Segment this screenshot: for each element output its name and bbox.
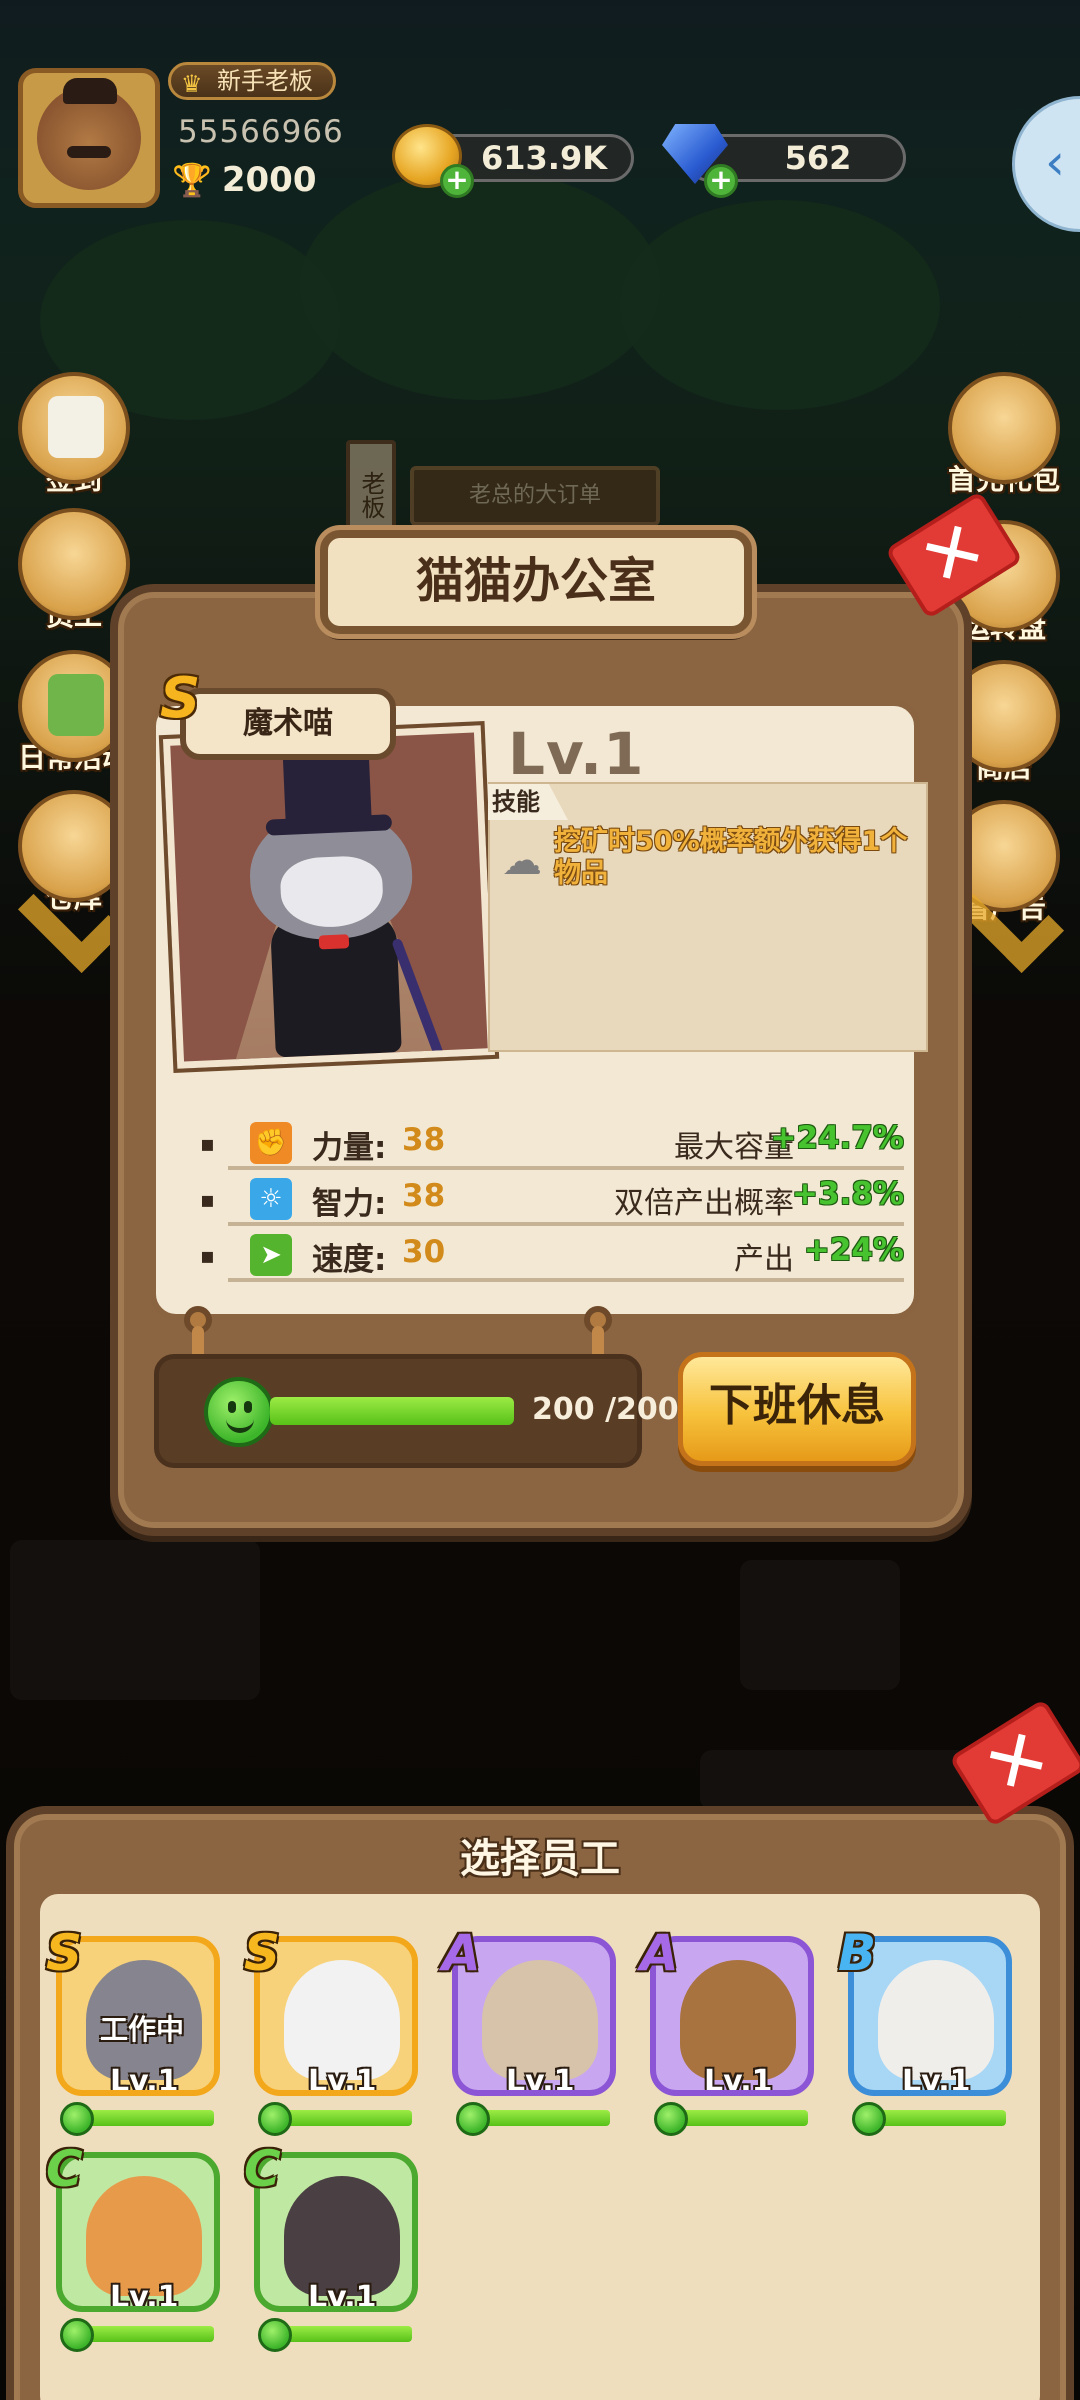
character-portrait (158, 721, 500, 1073)
smile-stamina-icon (258, 2318, 292, 2352)
smile-stamina-icon (204, 1377, 274, 1447)
smile-stamina-icon (60, 2318, 94, 2352)
off-work-button[interactable]: 下班休息 (678, 1352, 916, 1466)
staff-list: 工作中 Lv.1 S Lv.1 S Lv.1 A Lv.1 A Lv.1 B Lv.1 C Lv.1 C (40, 1894, 1040, 2400)
staff-stamina-bar (676, 2110, 808, 2126)
smile-stamina-icon (654, 2102, 688, 2136)
strength-icon: ✊ (250, 1122, 292, 1164)
staff-icon (18, 508, 130, 620)
staff-portrait (284, 1960, 400, 2080)
intellect-icon: ☼ (250, 1178, 292, 1220)
smile-stamina-icon (456, 2102, 490, 2136)
staff-status: 工作中 (100, 2013, 185, 2046)
skill-panel (488, 782, 928, 1052)
staff-portrait (482, 1960, 598, 2080)
staff-level: Lv.1 (704, 2064, 773, 2096)
staff-level: Lv.1 (110, 2280, 179, 2312)
staff-stamina-bar (874, 2110, 1006, 2126)
character-name: 魔术喵 (180, 688, 396, 760)
staff-rarity: S (244, 1924, 281, 1982)
speed-icon: ➤ (250, 1234, 292, 1276)
stat-row-intellect: ▪ ☼ 智力: 38 双倍产出概率 +3.8% (200, 1170, 904, 1226)
bear-avatar-icon (37, 78, 141, 190)
staff-stamina-bar (280, 2326, 412, 2342)
add-coins-button[interactable]: + (440, 164, 474, 198)
staff-stamina-fill (82, 2110, 214, 2126)
staff-rarity: C (46, 2140, 83, 2198)
staff-stamina-bar (82, 2110, 214, 2126)
player-id: 55566966 (178, 114, 344, 150)
smile-stamina-icon (852, 2102, 886, 2136)
office-title: 猫猫办公室 (320, 530, 752, 634)
staff-stamina-fill (874, 2110, 1006, 2126)
character-level: Lv.1 (508, 720, 645, 788)
skill-description: 挖矿时50%概率额外获得1个物品 (554, 826, 908, 889)
staff-level: Lv.1 (308, 2064, 377, 2096)
stamina-fill (270, 1397, 514, 1425)
stamina-text: 200 /200 (532, 1392, 679, 1427)
stat-row-strength: ▪ ✊ 力量: 38 最大容量 +24.7% (200, 1114, 904, 1170)
smile-stamina-icon (258, 2102, 292, 2136)
stamina-bar (270, 1397, 514, 1425)
trophy-icon: 🏆 (172, 161, 212, 199)
gem-value: 562 (784, 139, 852, 177)
staff-card[interactable]: Lv.1 A (640, 1924, 816, 2136)
skill-icon: ☁ (502, 838, 542, 884)
staff-card[interactable]: 工作中 Lv.1 S (46, 1924, 222, 2136)
crown-icon: ♛ (181, 70, 203, 98)
staff-stamina-fill (676, 2110, 808, 2126)
staff-portrait (86, 2176, 202, 2296)
stat-list: ▪ ✊ 力量: 38 最大容量 +24.7% ▪ ☼ 智力: 38 双倍产出概率… (200, 1114, 904, 1282)
staff-portrait (284, 2176, 400, 2296)
staff-portrait (878, 1960, 994, 2080)
staff-rarity: B (838, 1924, 877, 1982)
staff-level: Lv.1 (902, 2064, 971, 2096)
staff-portrait (680, 1960, 796, 2080)
add-gems-button[interactable]: + (704, 164, 738, 198)
stat-row-speed: ▪ ➤ 速度: 30 产出 +24% (200, 1226, 904, 1282)
staff-level: Lv.1 (506, 2064, 575, 2096)
staff-stamina-fill (280, 2326, 412, 2342)
chevron-left-icon: ‹ (1045, 133, 1065, 191)
staff-rarity: A (640, 1924, 679, 1982)
smile-stamina-icon (60, 2102, 94, 2136)
bow-tie-icon (318, 934, 350, 950)
staff-stamina-bar (280, 2110, 412, 2126)
staff-card[interactable]: Lv.1 C (46, 2140, 222, 2352)
staff-level: Lv.1 (308, 2280, 377, 2312)
player-title: 新手老板 (217, 67, 313, 95)
staff-card[interactable]: Lv.1 A (442, 1924, 618, 2136)
trophy-value: 2000 (221, 160, 317, 200)
calendar-icon (18, 372, 130, 484)
staff-card[interactable]: Lv.1 S (244, 1924, 420, 2136)
staff-panel-title: 选择员工 (460, 1836, 620, 1882)
first-recharge-gift-icon (948, 372, 1060, 484)
staff-stamina-fill (478, 2110, 610, 2126)
staff-rarity: A (442, 1924, 481, 1982)
staff-card[interactable]: Lv.1 C (244, 2140, 420, 2352)
staff-stamina-fill (280, 2110, 412, 2126)
player-avatar[interactable] (18, 68, 160, 208)
staff-rarity: C (244, 2140, 281, 2198)
staff-stamina-bar (82, 2326, 214, 2342)
staff-stamina-bar (478, 2110, 610, 2126)
player-title-badge: ♛ 新手老板 (168, 62, 336, 100)
staff-rarity: S (46, 1924, 83, 1982)
staff-level: Lv.1 (110, 2064, 179, 2096)
trophy-count: 🏆 2000 (172, 160, 316, 200)
character-rarity: S (160, 666, 201, 731)
staff-card[interactable]: Lv.1 B (838, 1924, 1014, 2136)
first-recharge-gift-button[interactable]: 首充礼包 (944, 372, 1064, 498)
checkin-button[interactable]: 签到 (14, 372, 134, 498)
staff-stamina-fill (82, 2326, 214, 2342)
